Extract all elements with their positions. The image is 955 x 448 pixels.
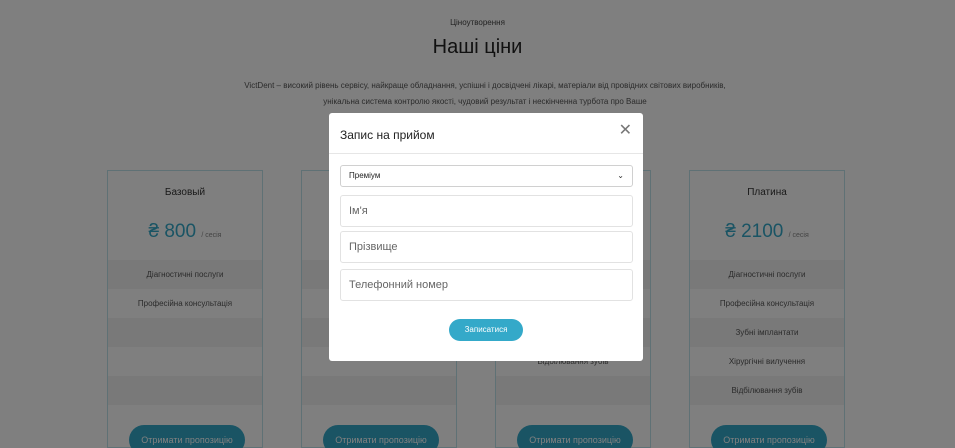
chevron-down-icon: ⌄	[617, 171, 624, 180]
last-name-field[interactable]: Прізвище	[340, 231, 633, 263]
close-icon[interactable]: ✕	[619, 123, 632, 139]
modal-title: Запис на прийом	[340, 128, 435, 142]
modal-divider	[329, 153, 643, 154]
first-name-field[interactable]: Ім'я	[340, 195, 633, 227]
phone-field[interactable]: Телефонний номер	[340, 269, 633, 301]
plan-select[interactable]: Преміум ⌄	[340, 165, 633, 187]
plan-select-value: Преміум	[349, 171, 381, 180]
appointment-modal: Запис на прийом ✕ Преміум ⌄ Ім'я Прізвищ…	[329, 113, 643, 361]
submit-button[interactable]: Записатися	[449, 319, 523, 341]
